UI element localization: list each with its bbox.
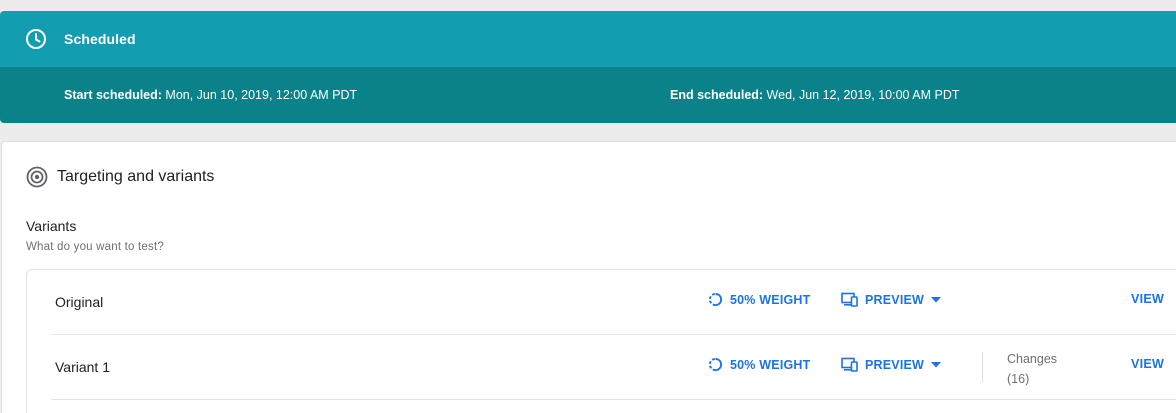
weight-icon [708, 292, 723, 307]
variants-list: Original 50% WEIGHT PREVIEW VIEW Variant… [26, 269, 1176, 413]
devices-icon [841, 292, 858, 307]
changes-value: (16) [1007, 372, 1030, 386]
end-scheduled-label: End scheduled: [670, 88, 764, 102]
target-icon [26, 166, 48, 188]
devices-icon [841, 357, 858, 372]
view-button[interactable]: VIEW [1131, 292, 1164, 306]
clock-icon [25, 28, 47, 50]
weight-button[interactable]: 50% WEIGHT [708, 292, 811, 307]
preview-label: PREVIEW [865, 357, 925, 372]
variants-hint: What do you want to test? [26, 241, 164, 253]
weight-label: 50% WEIGHT [730, 292, 811, 307]
start-scheduled-label: Start scheduled: [64, 88, 162, 102]
section-title: Targeting and variants [57, 168, 215, 185]
weight-button[interactable]: 50% WEIGHT [708, 357, 811, 372]
section-header: Targeting and variants [26, 166, 214, 188]
caret-down-icon [931, 361, 942, 367]
start-scheduled-value: Mon, Jun 10, 2019, 12:00 AM PDT [161, 88, 358, 102]
schedule-bar: Start scheduled: Mon, Jun 10, 2019, 12:0… [0, 67, 1176, 123]
changes-label: Changes [1007, 352, 1058, 366]
status-header: Scheduled [0, 11, 1176, 67]
status-card: Scheduled Start scheduled: Mon, Jun 10, … [0, 11, 1176, 123]
status-title: Scheduled [64, 31, 136, 47]
divider [982, 352, 983, 382]
variant-name: Original [55, 294, 104, 310]
preview-button[interactable]: PREVIEW [841, 292, 942, 307]
preview-button[interactable]: PREVIEW [841, 357, 942, 372]
view-button[interactable]: VIEW [1131, 357, 1164, 371]
variants-label: Variants [26, 218, 77, 234]
variant-row-original: Original 50% WEIGHT PREVIEW VIEW [51, 270, 1176, 335]
weight-icon [708, 357, 723, 372]
weight-label: 50% WEIGHT [730, 357, 811, 372]
targeting-card: Targeting and variants Variants What do … [1, 141, 1176, 413]
start-scheduled: Start scheduled: Mon, Jun 10, 2019, 12:0… [64, 88, 357, 102]
caret-down-icon [931, 296, 942, 302]
end-scheduled: End scheduled: Wed, Jun 12, 2019, 10:00 … [670, 88, 960, 102]
variant-name: Variant 1 [55, 359, 110, 375]
preview-label: PREVIEW [865, 292, 925, 307]
variant-row-variant-1: Variant 1 50% WEIGHT PREVIEW Changes (16… [51, 335, 1176, 400]
changes-count: Changes (16) [1007, 349, 1057, 389]
end-scheduled-value: Wed, Jun 12, 2019, 10:00 AM PDT [763, 88, 960, 102]
